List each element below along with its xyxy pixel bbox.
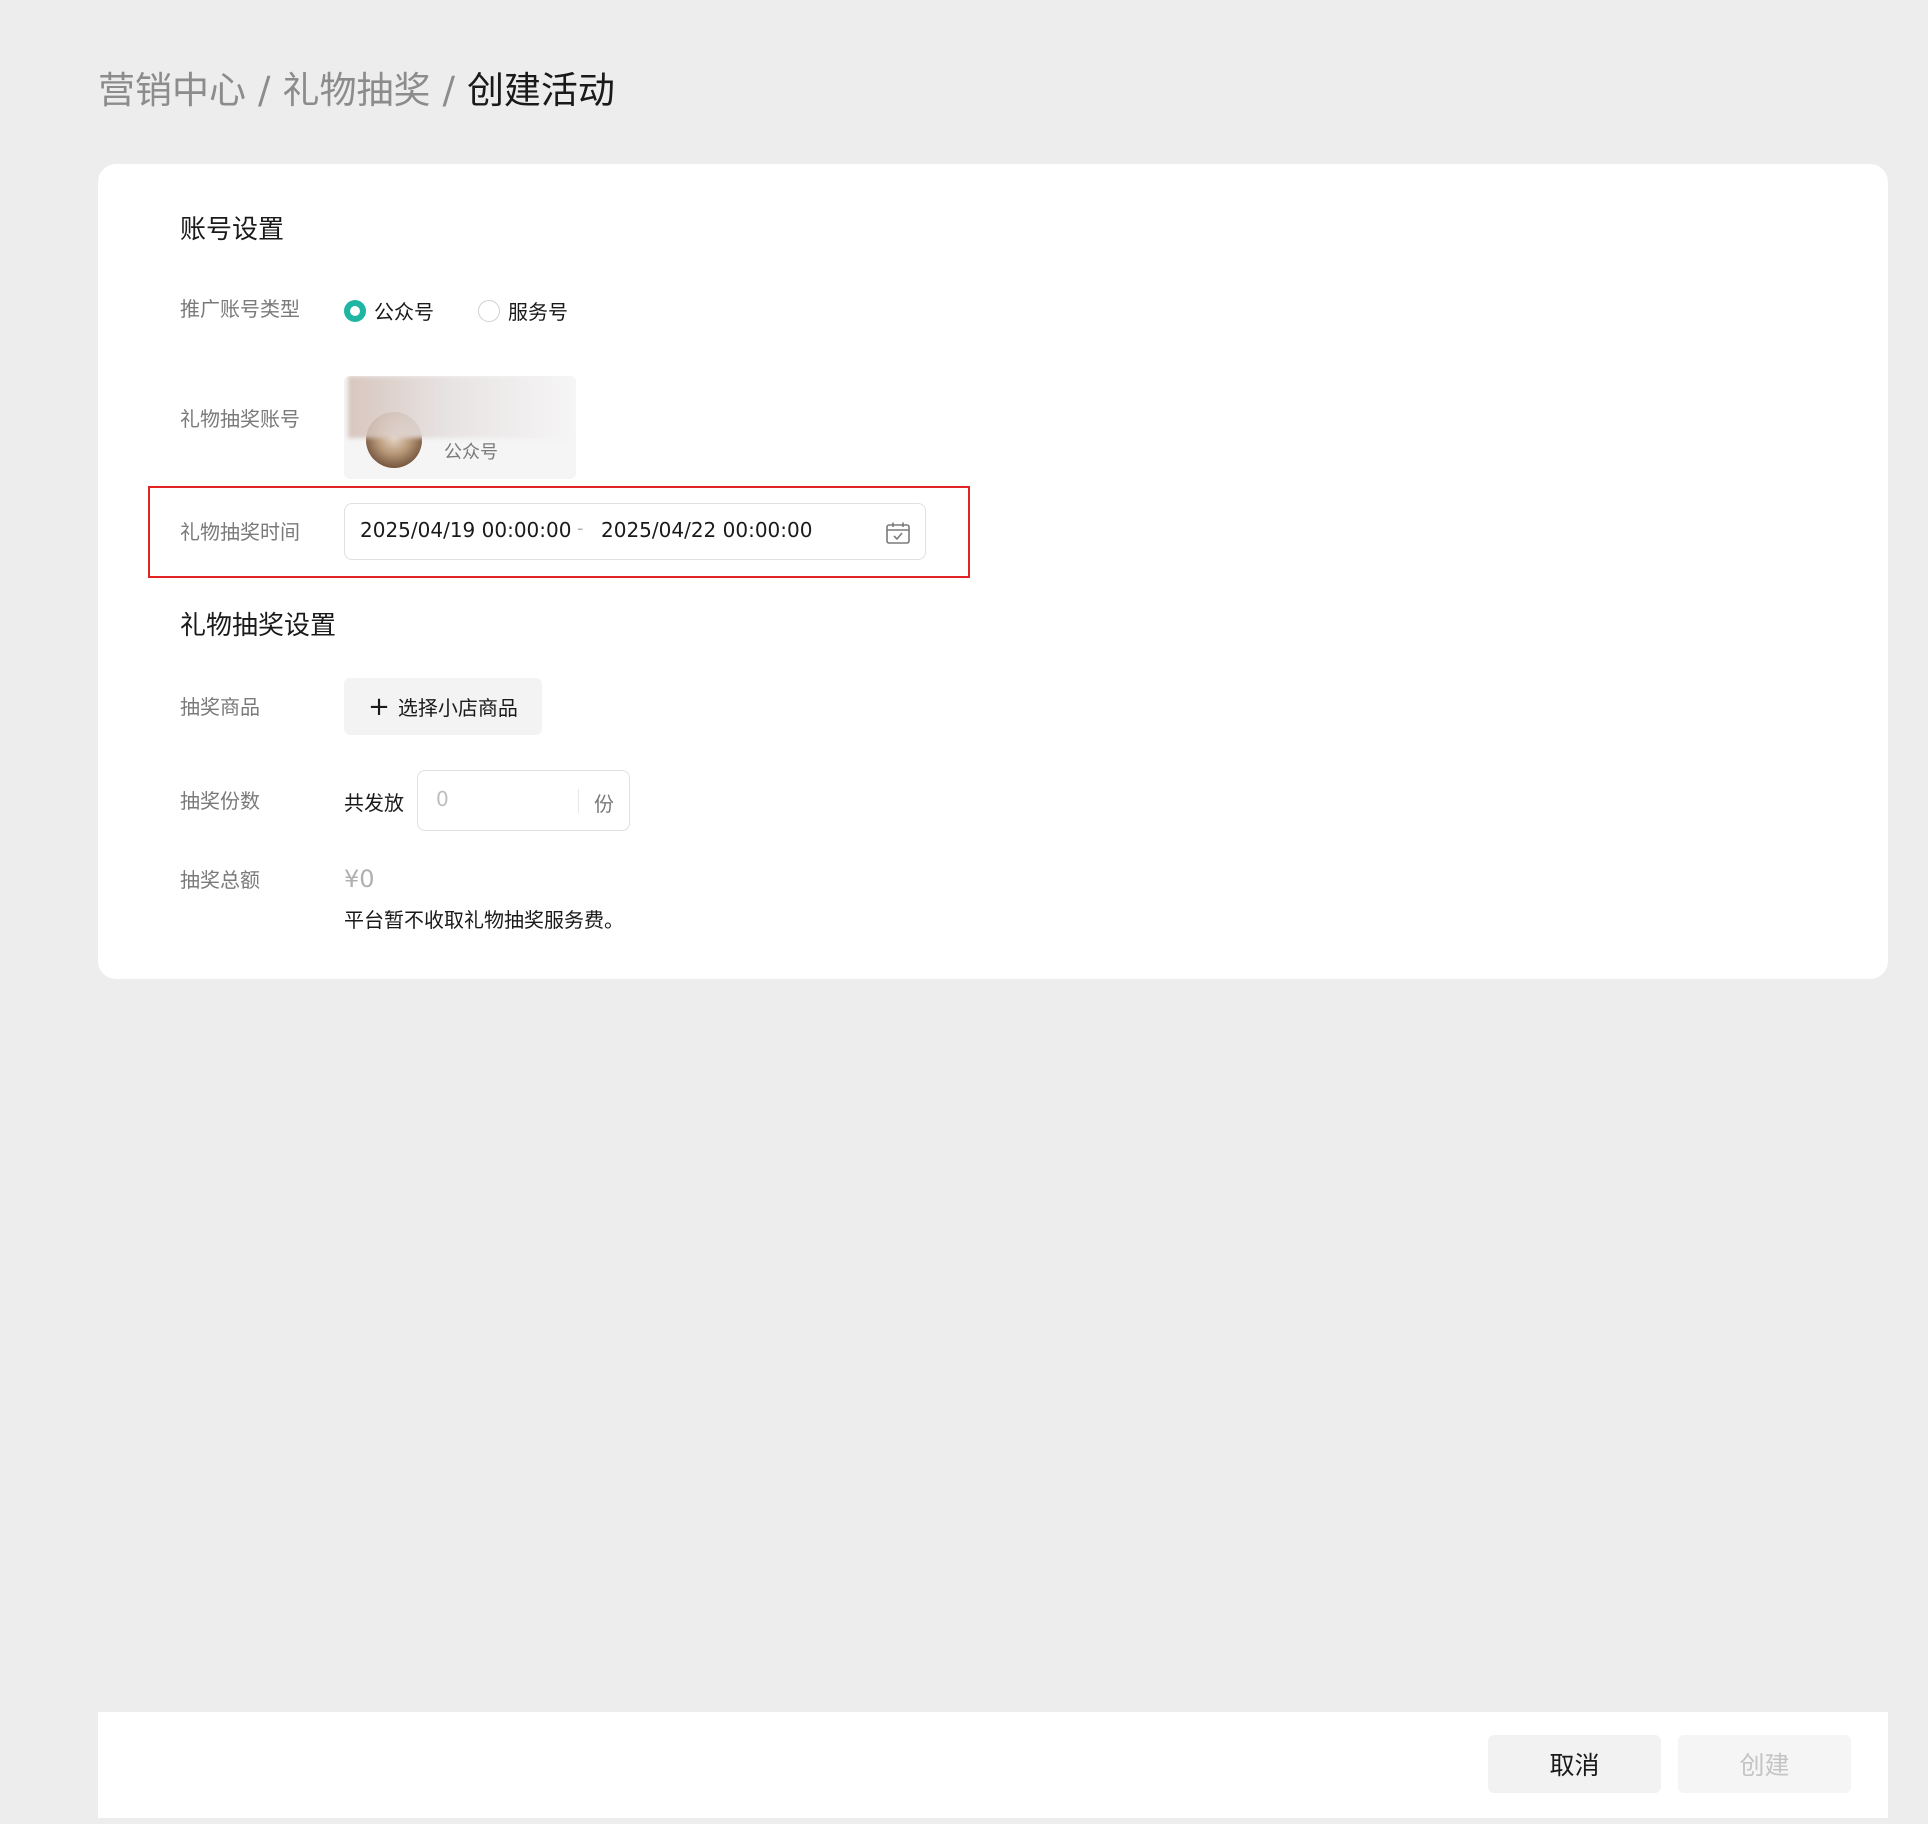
radio-unchecked-icon[interactable]	[478, 299, 500, 322]
quantity-suffix: 份	[594, 792, 614, 816]
page-title: 创建活动	[466, 69, 615, 112]
start-date[interactable]: 2025/04/19 00:00:00	[360, 518, 571, 542]
breadcrumb-item-marketing-center[interactable]: 营销中心	[98, 69, 246, 112]
lottery-time-label: 礼物抽奖时间	[180, 520, 300, 544]
select-shop-product-button[interactable]: + 选择小店商品	[344, 678, 542, 735]
radio-official-account[interactable]: 公众号	[344, 296, 434, 325]
account-type-radio-group: 公众号 服务号	[344, 296, 612, 325]
account-card[interactable]: 公众号	[344, 376, 576, 479]
product-label: 抽奖商品	[180, 695, 260, 719]
account-type-text: 公众号	[444, 442, 498, 463]
breadcrumb-separator: /	[258, 69, 271, 112]
plus-icon: +	[368, 691, 390, 722]
quantity-divider	[578, 789, 579, 813]
cancel-button[interactable]: 取消	[1488, 1735, 1661, 1793]
lottery-settings-title: 礼物抽奖设置	[180, 611, 337, 641]
breadcrumb-item-gift-lottery[interactable]: 礼物抽奖	[282, 69, 430, 112]
select-shop-product-label: 选择小店商品	[397, 696, 518, 720]
quantity-label: 抽奖份数	[180, 789, 260, 813]
form-card: 账号设置 推广账号类型 公众号 服务号 礼物抽奖账号 公众号 礼物抽奖时间 20…	[98, 164, 1888, 979]
quantity-input-box[interactable]: 份	[417, 770, 630, 831]
quantity-prefix: 共发放	[344, 791, 404, 815]
total-amount: ¥0	[344, 865, 375, 893]
end-date[interactable]: 2025/04/22 00:00:00	[601, 518, 812, 542]
quantity-input[interactable]	[436, 787, 566, 811]
total-label: 抽奖总额	[180, 868, 260, 892]
date-range-separator: -	[577, 518, 584, 539]
radio-label-service-account[interactable]: 服务号	[508, 296, 568, 325]
date-range-picker[interactable]: 2025/04/19 00:00:00 - 2025/04/22 00:00:0…	[344, 503, 926, 560]
breadcrumb: 营销中心 / 礼物抽奖 / 创建活动	[98, 66, 615, 116]
create-button[interactable]: 创建	[1678, 1735, 1851, 1793]
account-type-label: 推广账号类型	[180, 297, 300, 321]
radio-checked-icon[interactable]	[344, 299, 366, 322]
lottery-account-label: 礼物抽奖账号	[180, 407, 300, 431]
footer-bar: 取消 创建	[98, 1712, 1888, 1818]
fee-note: 平台暂不收取礼物抽奖服务费。	[344, 908, 624, 932]
blurred-account-name	[348, 376, 576, 438]
radio-service-account[interactable]: 服务号	[478, 296, 568, 325]
account-settings-title: 账号设置	[180, 215, 285, 245]
breadcrumb-separator: /	[442, 69, 455, 112]
calendar-icon[interactable]	[885, 521, 911, 545]
radio-label-official-account[interactable]: 公众号	[374, 296, 434, 325]
